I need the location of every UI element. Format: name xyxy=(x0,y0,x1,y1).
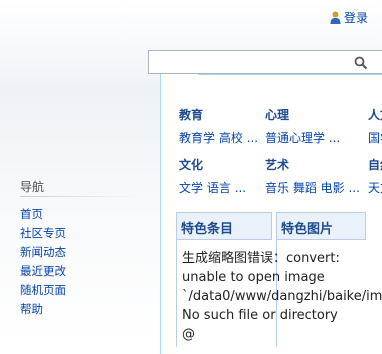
featured-image-header: 特色图片 xyxy=(276,212,366,240)
search-box[interactable] xyxy=(148,50,382,74)
error-line: unable to open image xyxy=(182,270,325,285)
category-links[interactable]: 普通心理学 ... xyxy=(265,129,340,146)
nav-item-news[interactable]: 新闻动态 xyxy=(20,243,66,262)
category-culture: 文化 文学 语言 ... xyxy=(179,156,246,196)
error-line: No such file or directory xyxy=(182,308,338,323)
category-title[interactable]: 教育 xyxy=(179,106,258,123)
featured-article-border xyxy=(176,240,177,347)
nav-item-community[interactable]: 社区专页 xyxy=(20,224,66,243)
error-line: `/data0/www/dangzhi/baike/ima xyxy=(182,289,382,304)
user-icon xyxy=(330,11,341,24)
nav-heading: 导航 xyxy=(20,180,45,194)
nav-item-home[interactable]: 首页 xyxy=(20,205,66,224)
content-top-border xyxy=(198,74,382,78)
thumbnail-error-message: 生成缩略图错误：convert: unable to open image `/… xyxy=(182,249,382,344)
category-title[interactable]: 文化 xyxy=(179,156,246,173)
category-humanities: 人文 国学 xyxy=(368,106,382,146)
search-icon[interactable] xyxy=(354,56,368,70)
category-links[interactable]: 天文 xyxy=(368,179,382,196)
category-title[interactable]: 人文 xyxy=(368,106,382,123)
category-title[interactable]: 自然 xyxy=(368,156,382,173)
category-links[interactable]: 国学 xyxy=(368,129,382,146)
category-title[interactable]: 艺术 xyxy=(265,156,360,173)
category-links[interactable]: 教育学 高校 ... xyxy=(179,129,258,146)
featured-article-header: 特色条目 xyxy=(176,212,272,240)
nav-item-random-page[interactable]: 随机页面 xyxy=(20,281,66,300)
error-line: @ xyxy=(182,327,195,342)
category-links[interactable]: 音乐 舞蹈 电影 ... xyxy=(265,179,360,196)
category-psychology: 心理 普通心理学 ... xyxy=(265,106,340,146)
category-links[interactable]: 文学 语言 ... xyxy=(179,179,246,196)
category-nature: 自然 天文 xyxy=(368,156,382,196)
category-art: 艺术 音乐 舞蹈 电影 ... xyxy=(265,156,360,196)
error-line: 生成缩略图错误：convert: xyxy=(182,251,340,266)
category-title[interactable]: 心理 xyxy=(265,106,340,123)
login-label: 登录 xyxy=(344,11,369,25)
login-link[interactable]: 登录 xyxy=(330,9,368,26)
nav-divider xyxy=(20,196,140,197)
nav-item-recent-changes[interactable]: 最近更改 xyxy=(20,262,66,281)
nav-item-help[interactable]: 帮助 xyxy=(20,300,66,319)
category-education: 教育 教育学 高校 ... xyxy=(179,106,258,146)
nav-list: 首页 社区专页 新闻动态 最近更改 随机页面 帮助 xyxy=(20,205,66,319)
